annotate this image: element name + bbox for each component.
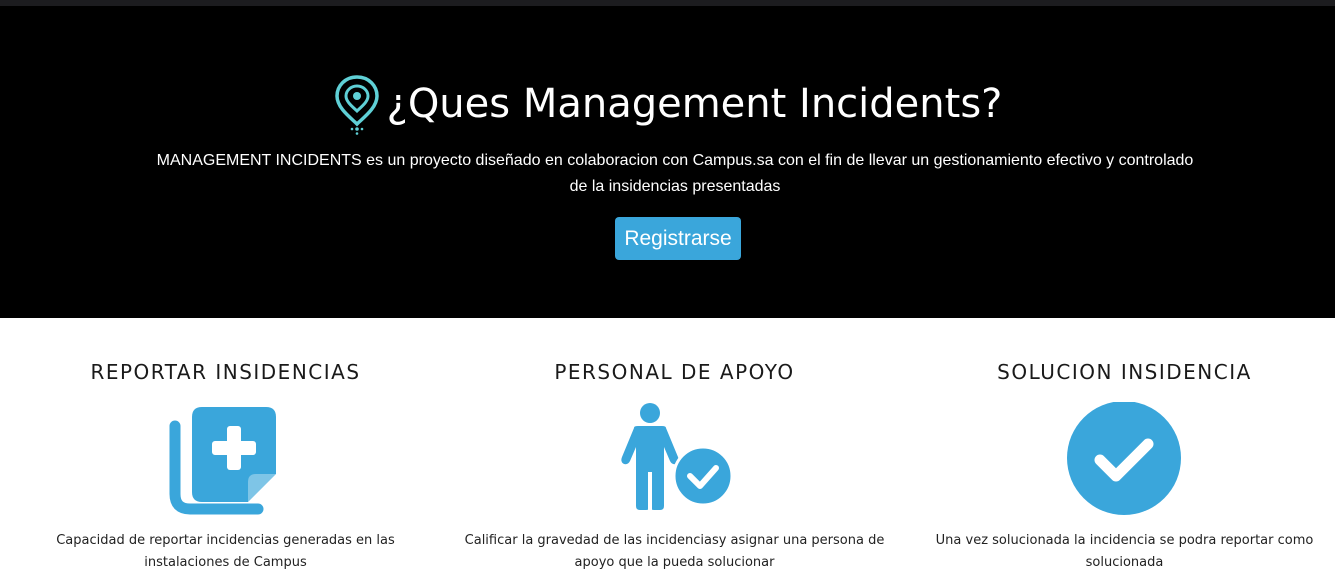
location-pin-icon: [334, 75, 379, 135]
feature-description: Una vez solucionada la incidencia se pod…: [935, 533, 1314, 570]
person-check-icon: [621, 403, 734, 510]
add-report-icon: [169, 407, 276, 515]
hero-section: ¿Ques Management Incidents? MANAGEMENT I…: [0, 6, 1335, 318]
feature-title: SOLUCION INSIDENCIA: [997, 360, 1252, 384]
feature-personal: PERSONAL DE APOYO Calificar la gravedad …: [452, 318, 897, 580]
feature-description: Capacidad de reportar incidencias genera…: [56, 533, 395, 570]
register-button[interactable]: Registrarse: [615, 217, 741, 260]
check-circle-icon: [1067, 402, 1181, 515]
page-title: ¿Ques Management Incidents?: [386, 81, 1003, 127]
feature-title: PERSONAL DE APOYO: [554, 360, 795, 384]
feature-reportar: REPORTAR INSIDENCIAS Capacidad de report…: [3, 318, 448, 580]
feature-solucion: SOLUCION INSIDENCIA Una vez solucionada …: [902, 318, 1335, 580]
feature-description: Calificar la gravedad de las incidencias…: [464, 533, 885, 570]
hero-description: MANAGEMENT INCIDENTS es un proyecto dise…: [156, 152, 1194, 195]
hero-title-row: ¿Ques Management Incidents?: [0, 70, 1335, 138]
feature-title: REPORTAR INSIDENCIAS: [90, 360, 361, 384]
